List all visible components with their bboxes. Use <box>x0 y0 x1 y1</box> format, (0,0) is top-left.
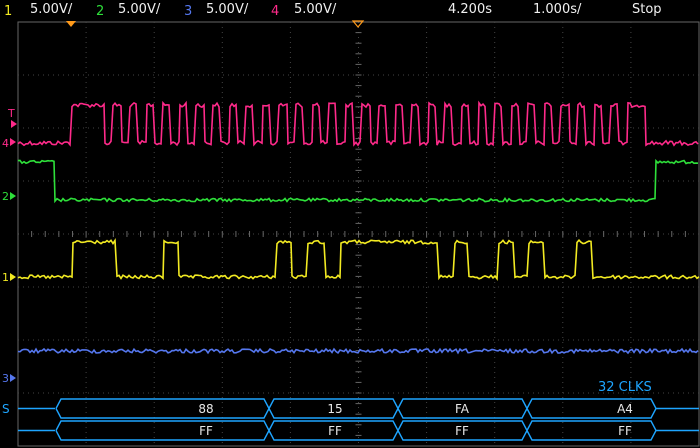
decode-byte[interactable]: FF <box>328 424 342 438</box>
waveform-display: T 4 2 1 3 S 32 CLKS 88 15 FA A4 FF FF FF… <box>2 20 700 447</box>
trigger-position-marker[interactable] <box>66 21 76 27</box>
decode-byte[interactable]: 15 <box>327 402 342 416</box>
decode-byte[interactable]: 88 <box>198 402 213 416</box>
decode-byte[interactable]: FF <box>618 424 632 438</box>
trigger-level-label: T <box>7 107 15 120</box>
ch4-marker-label: 4 <box>2 137 9 150</box>
oscilloscope-screen: 1 5.00V/ 2 5.00V/ 3 5.00V/ 4 5.00V/ 4.20… <box>0 0 700 448</box>
ch4-ground-marker[interactable]: T 4 <box>2 107 17 150</box>
clock-count-label: 32 CLKS <box>598 380 652 395</box>
ch4-marker-arrow <box>10 138 16 146</box>
decode-byte[interactable]: FF <box>455 424 469 438</box>
decode-byte[interactable]: A4 <box>617 402 633 416</box>
ch2-marker-label: 2 <box>2 190 9 203</box>
graticule <box>17 21 700 447</box>
ch3-ground-marker[interactable]: 3 <box>2 372 16 385</box>
ch2-marker-arrow <box>10 192 16 200</box>
serial-bus-label[interactable]: S <box>2 402 10 416</box>
ch1-marker-label: 1 <box>2 271 9 284</box>
trigger-level-arrow <box>11 120 17 128</box>
ch1-ground-marker[interactable]: 1 <box>2 271 16 284</box>
ch1-marker-arrow <box>10 273 16 281</box>
decode-byte[interactable]: FA <box>455 402 470 416</box>
serial-decode-bus: S 32 CLKS 88 15 FA A4 FF FF FF FF <box>2 380 699 441</box>
decode-byte[interactable]: FF <box>199 424 213 438</box>
ch2-ground-marker[interactable]: 2 <box>2 190 16 203</box>
ch3-marker-label: 3 <box>2 372 9 385</box>
decode-row-1-outline <box>18 398 699 419</box>
ch3-marker-arrow <box>10 374 16 382</box>
